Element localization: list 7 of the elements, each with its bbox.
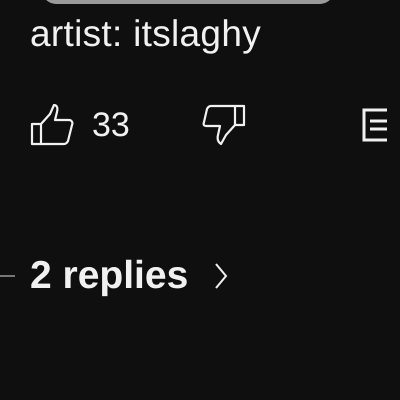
reply-icon[interactable] [362, 108, 387, 142]
replies-link[interactable]: 2 replies [30, 254, 188, 298]
thumbs-down-icon[interactable] [202, 104, 246, 146]
thumbs-up-icon[interactable] [30, 104, 74, 146]
like-count: 33 [92, 106, 130, 144]
chevron-right-icon[interactable] [214, 261, 228, 291]
comment-text: artist: itslaghy [30, 12, 262, 56]
